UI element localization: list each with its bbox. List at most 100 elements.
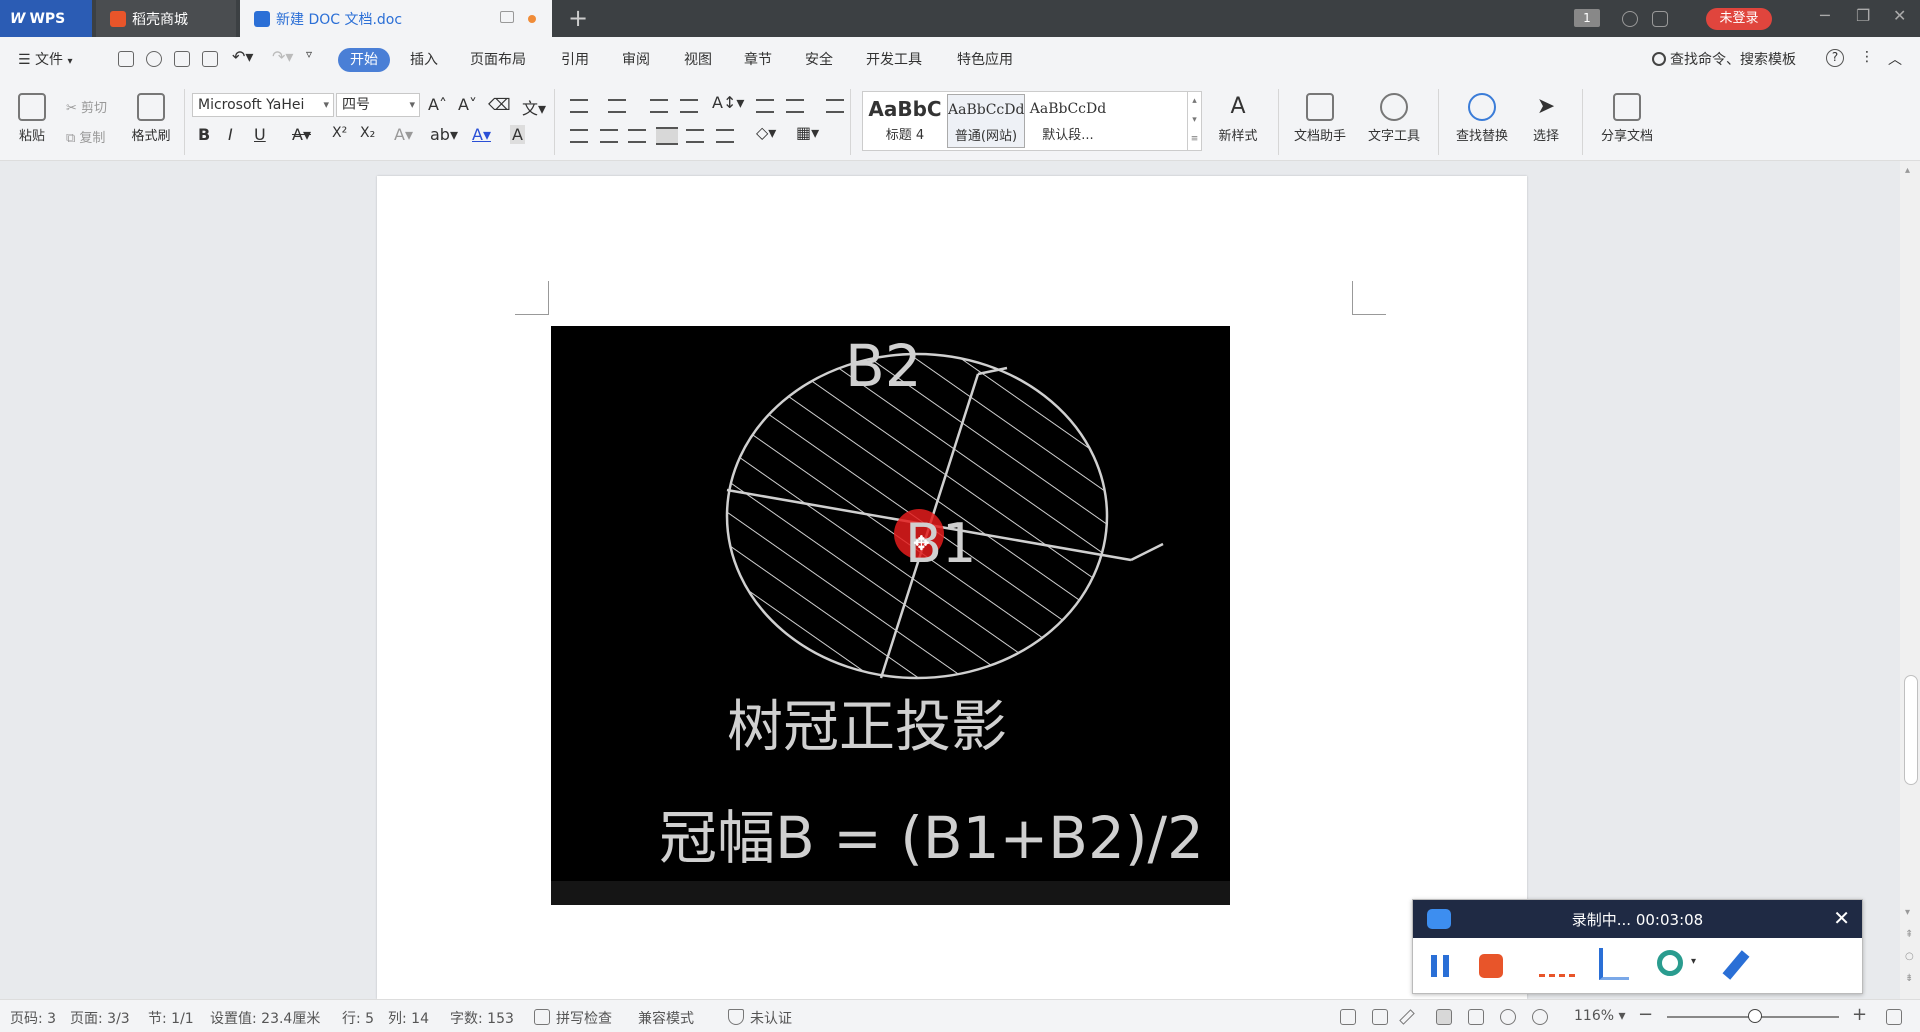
help-icon[interactable]: ? (1826, 49, 1844, 67)
text-tools-button[interactable]: 文字工具 (1358, 93, 1430, 144)
strikethrough-icon[interactable]: A▾ (292, 125, 311, 144)
web-view-icon[interactable] (1500, 1009, 1516, 1025)
chevron-down-icon[interactable]: ▾ (1691, 956, 1696, 967)
tab-developer[interactable]: 开发工具 (866, 49, 922, 69)
copy-button[interactable]: ⧉ 复制 (66, 127, 105, 146)
pin-icon[interactable] (1599, 948, 1629, 980)
page-view-icon[interactable] (1436, 1009, 1452, 1025)
border-icon[interactable]: ▦▾ (796, 123, 819, 142)
phonetic-icon[interactable]: 文▾ (522, 95, 546, 119)
cut-button[interactable]: ✂ 剪切 (66, 97, 107, 116)
file-menu[interactable]: ☰ 文件 ▾ (18, 49, 73, 69)
annotation-line-icon[interactable] (1539, 974, 1575, 977)
fullscreen-icon[interactable] (1340, 1009, 1356, 1025)
tab-home[interactable]: 开始 (338, 48, 390, 72)
sort-icon[interactable] (756, 99, 774, 113)
tree-crown-diagram-image[interactable]: B2 B1 树冠正投影 冠幅B = (B1+B2)/2 ✥ (551, 326, 1230, 905)
highlight-icon[interactable]: ab▾ (430, 125, 458, 144)
style-scroll-icon[interactable]: ▴ ▾ ≡ (1187, 92, 1201, 150)
status-row[interactable]: 行: 5 (342, 1008, 374, 1028)
tab-wps-home[interactable]: W WPS (0, 0, 92, 37)
line-spacing-icon[interactable] (716, 129, 734, 143)
subscript-button[interactable]: X₂ (360, 125, 375, 141)
status-setting-value[interactable]: 设置值: 23.4厘米 (210, 1008, 320, 1028)
tab-security[interactable]: 安全 (805, 49, 833, 69)
browse-object-icon[interactable]: ○ (1905, 951, 1914, 962)
shrink-font-icon[interactable]: A˅ (458, 95, 477, 114)
tab-view[interactable]: 视图 (684, 49, 712, 69)
bold-button[interactable]: B (198, 125, 210, 144)
scroll-down-icon[interactable]: ▾ (1905, 907, 1910, 918)
customize-quickbar-icon[interactable]: ▿ (306, 47, 312, 61)
clear-format-icon[interactable]: ⌫ (488, 95, 511, 114)
save-icon[interactable] (118, 51, 134, 67)
spell-check-button[interactable]: 拼写检查 (556, 1008, 612, 1028)
tab-page-layout[interactable]: 页面布局 (470, 49, 526, 69)
pen-icon[interactable] (1722, 950, 1750, 980)
underline-button[interactable]: U (254, 125, 266, 144)
status-section[interactable]: 节: 1/1 (148, 1008, 194, 1028)
italic-button[interactable]: I (228, 125, 233, 144)
align-left-icon[interactable] (570, 129, 588, 143)
undo-icon[interactable]: ↶▾ (232, 47, 253, 66)
zoom-out-button[interactable]: − (1638, 1004, 1653, 1025)
tab-chapter[interactable]: 章节 (744, 49, 772, 69)
find-replace-button[interactable]: 查找替换 (1446, 93, 1518, 144)
tab-document[interactable]: 新建 DOC 文档.doc (240, 0, 552, 37)
not-certified-button[interactable]: 未认证 (750, 1008, 792, 1028)
text-effect-icon[interactable]: A▾ (394, 125, 413, 144)
show-marks-icon[interactable] (786, 99, 804, 113)
prev-page-icon[interactable]: ⇞ (1905, 929, 1913, 940)
login-button[interactable]: 未登录 (1706, 8, 1772, 30)
zoom-slider-knob[interactable] (1748, 1009, 1762, 1023)
eye-protection-icon[interactable] (1532, 1009, 1548, 1025)
tab-docer-store[interactable]: 稻壳商城 (96, 0, 236, 37)
more-icon[interactable]: ⋮ (1860, 49, 1874, 65)
zoom-in-button[interactable]: + (1852, 1004, 1867, 1025)
new-style-button[interactable]: A 新样式 (1208, 93, 1268, 144)
edit-pen-icon[interactable] (1399, 1009, 1415, 1025)
status-column[interactable]: 列: 14 (388, 1008, 429, 1028)
scroll-up-icon[interactable]: ▴ (1905, 165, 1910, 176)
print-icon[interactable] (174, 51, 190, 67)
superscript-button[interactable]: X² (332, 125, 347, 141)
restore-button[interactable]: ❐ (1856, 6, 1870, 25)
shading-icon[interactable]: ◇▾ (756, 123, 776, 142)
style-heading4[interactable]: AaBbC 标题 4 (865, 94, 945, 148)
new-tab-button[interactable]: + (568, 4, 588, 32)
share-window-icon[interactable] (1652, 11, 1668, 27)
outline-view-icon[interactable] (1468, 1009, 1484, 1025)
justify-icon[interactable] (656, 127, 678, 145)
status-page-code[interactable]: 页码: 3 (10, 1008, 56, 1028)
status-word-count[interactable]: 字数: 153 (450, 1008, 514, 1028)
tab-references[interactable]: 引用 (561, 49, 589, 69)
decrease-indent-icon[interactable] (650, 99, 668, 113)
output-icon[interactable] (146, 51, 162, 67)
stop-icon[interactable] (1479, 954, 1503, 978)
style-normal-web[interactable]: AaBbCcDd 普通(网站) (947, 94, 1025, 148)
zoom-level-select[interactable]: 116% ▾ (1574, 1008, 1626, 1024)
grow-font-icon[interactable]: A˄ (428, 95, 447, 114)
text-direction-icon[interactable]: A↕▾ (712, 93, 744, 112)
tab-special-features[interactable]: 特色应用 (957, 49, 1013, 69)
close-button[interactable]: ✕ (1893, 6, 1906, 25)
print-preview-icon[interactable] (202, 51, 218, 67)
share-doc-button[interactable]: 分享文档 (1594, 93, 1660, 144)
paste-button[interactable]: 粘贴 (12, 93, 52, 144)
bullet-list-icon[interactable] (570, 99, 588, 113)
skin-icon[interactable] (1622, 11, 1638, 27)
font-color-icon[interactable]: A▾ (472, 125, 491, 144)
recorder-close-button[interactable]: ✕ (1833, 906, 1850, 930)
align-right-icon[interactable] (628, 129, 646, 143)
doc-helper-button[interactable]: 文档助手 (1286, 93, 1354, 144)
monitor-icon[interactable] (500, 11, 514, 23)
status-pages[interactable]: 页面: 3/3 (70, 1008, 130, 1028)
table-of-contents-icon[interactable] (826, 99, 844, 113)
pause-icon[interactable] (1431, 955, 1449, 977)
tab-insert[interactable]: 插入 (410, 49, 438, 69)
style-default-paragraph[interactable]: AaBbCcDd 默认段... (1027, 94, 1109, 148)
minimize-button[interactable]: ─ (1820, 6, 1830, 25)
increase-indent-icon[interactable] (680, 99, 698, 113)
align-center-icon[interactable] (600, 129, 618, 143)
format-painter-button[interactable]: 格式刷 (126, 93, 176, 144)
